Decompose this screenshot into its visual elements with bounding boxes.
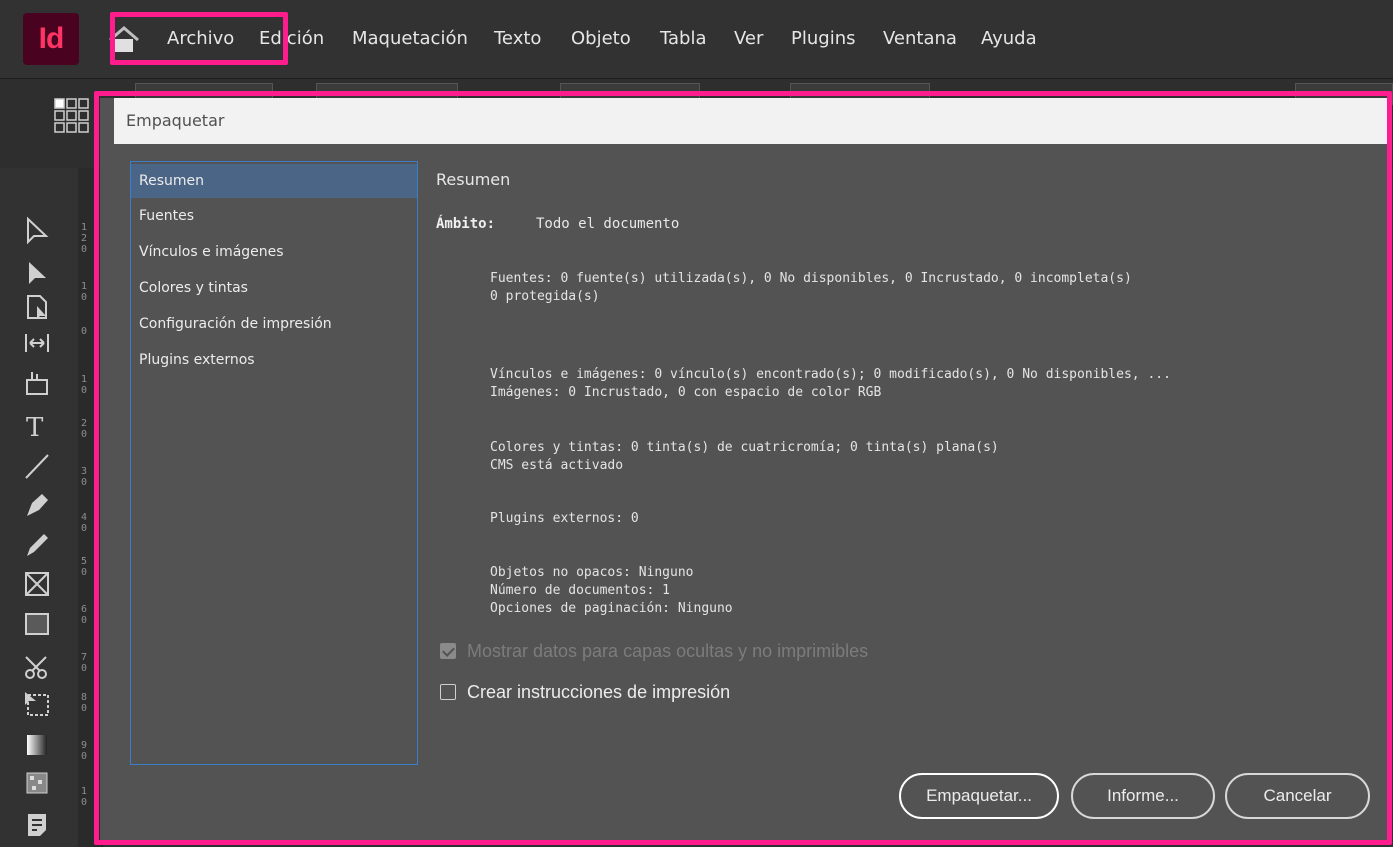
menu-tabla[interactable]: Tabla: [660, 28, 707, 49]
show-hidden-layers-row: Mostrar datos para capas ocultas y no im…: [440, 640, 868, 662]
ruler-number: 9 0: [81, 740, 88, 762]
gradient-feather-tool-icon[interactable]: [22, 768, 52, 798]
ruler-number: 1 2 0: [81, 222, 88, 255]
scissors-tool-icon[interactable]: [22, 652, 52, 682]
package-nav-list: Resumen Fuentes Vínculos e imágenes Colo…: [130, 161, 418, 765]
cancel-button[interactable]: Cancelar: [1225, 773, 1370, 819]
type-tool-icon[interactable]: T: [22, 411, 52, 443]
show-hidden-layers-label: Mostrar datos para capas ocultas y no im…: [467, 640, 869, 661]
menu-objeto[interactable]: Objeto: [571, 28, 631, 49]
cms-status-line: CMS está activado: [490, 458, 624, 473]
dialog-titlebar[interactable]: Empaquetar: [114, 98, 1388, 145]
indesign-logo: Id: [23, 13, 79, 65]
pencil-tool-icon[interactable]: [22, 530, 52, 560]
menu-edicion[interactable]: Edición: [259, 28, 324, 49]
pagination-options-line: Opciones de paginación: Ninguno: [490, 601, 733, 616]
ruler-number: 3 0: [81, 466, 88, 488]
nav-item-colores[interactable]: Colores y tintas: [131, 271, 417, 305]
fonts-summary-line: Fuentes: 0 fuente(s) utilizada(s), 0 No …: [490, 271, 1132, 286]
content-collector-icon[interactable]: [22, 368, 52, 398]
rectangle-tool-icon[interactable]: [22, 609, 52, 639]
fonts-summary-line: 0 protegida(s): [490, 289, 600, 304]
nav-item-impresion[interactable]: Configuración de impresión: [131, 307, 417, 341]
line-tool-icon[interactable]: [22, 451, 52, 481]
scope-value: Todo el documento: [536, 216, 680, 232]
objects-summary-line: Objetos no opacos: Ninguno: [490, 565, 694, 580]
plugins-summary-line: Plugins externos: 0: [490, 511, 639, 526]
menu-maquetacion[interactable]: Maquetación: [352, 28, 468, 49]
show-hidden-layers-checkbox[interactable]: [440, 643, 456, 659]
report-button[interactable]: Informe...: [1071, 773, 1215, 819]
print-instructions-label: Crear instrucciones de impresión: [467, 681, 731, 702]
menu-ventana[interactable]: Ventana: [883, 28, 957, 49]
menu-texto[interactable]: Texto: [494, 28, 541, 49]
dialog-title: Empaquetar: [126, 111, 225, 130]
selection-tool-icon[interactable]: [22, 216, 52, 246]
links-summary-line: Vínculos e imágenes: 0 vínculo(s) encont…: [490, 367, 1171, 382]
images-summary-line: Imágenes: 0 Incrustado, 0 con espacio de…: [490, 385, 882, 400]
gradient-tool-icon[interactable]: [22, 730, 52, 760]
note-tool-icon[interactable]: [22, 810, 52, 840]
gap-tool-icon[interactable]: [22, 328, 52, 358]
nav-item-plugins[interactable]: Plugins externos: [131, 343, 417, 377]
ruler-number: 4 0: [81, 512, 88, 534]
print-instructions-checkbox[interactable]: [440, 684, 456, 700]
ruler-number: 1 0: [81, 281, 88, 303]
menu-archivo[interactable]: Archivo: [167, 28, 234, 49]
tools-panel: T: [0, 168, 79, 847]
ruler-number: 1 0: [81, 786, 88, 808]
nav-item-fuentes[interactable]: Fuentes: [131, 199, 417, 233]
free-transform-tool-icon[interactable]: [22, 689, 52, 719]
menu-bar: Id Archivo Edición Maquetación Texto Obj…: [0, 0, 1393, 78]
reference-point-icon[interactable]: [52, 96, 94, 138]
menu-plugins[interactable]: Plugins: [791, 28, 855, 49]
colors-summary-line: Colores y tintas: 0 tinta(s) de cuatricr…: [490, 440, 999, 455]
nav-item-resumen[interactable]: Resumen: [131, 164, 417, 198]
direct-selection-tool-icon[interactable]: [22, 258, 52, 288]
print-instructions-row: Crear instrucciones de impresión: [440, 681, 730, 703]
menu-ver[interactable]: Ver: [734, 28, 763, 49]
package-button[interactable]: Empaquetar...: [899, 773, 1059, 819]
scope-label: Ámbito:: [436, 216, 496, 232]
page-tool-icon[interactable]: [22, 292, 52, 322]
ruler-number: 5 0: [81, 556, 88, 578]
ruler-number: 7 0: [81, 652, 88, 674]
pen-tool-icon[interactable]: [22, 490, 52, 520]
home-icon[interactable]: [106, 22, 142, 58]
nav-item-vinculos[interactable]: Vínculos e imágenes: [131, 235, 417, 269]
ruler-number: 0: [81, 326, 88, 337]
ruler-number: 2 0: [81, 418, 88, 440]
ruler-number: 1 0: [81, 374, 88, 396]
rectangle-frame-tool-icon[interactable]: [22, 569, 52, 599]
svg-text:T: T: [26, 413, 44, 441]
documents-count-line: Número de documentos: 1: [490, 583, 671, 598]
menu-ayuda[interactable]: Ayuda: [981, 28, 1037, 49]
ruler-number: 8 0: [81, 692, 88, 714]
ruler-number: 6 0: [81, 604, 88, 626]
section-title: Resumen: [436, 170, 511, 189]
